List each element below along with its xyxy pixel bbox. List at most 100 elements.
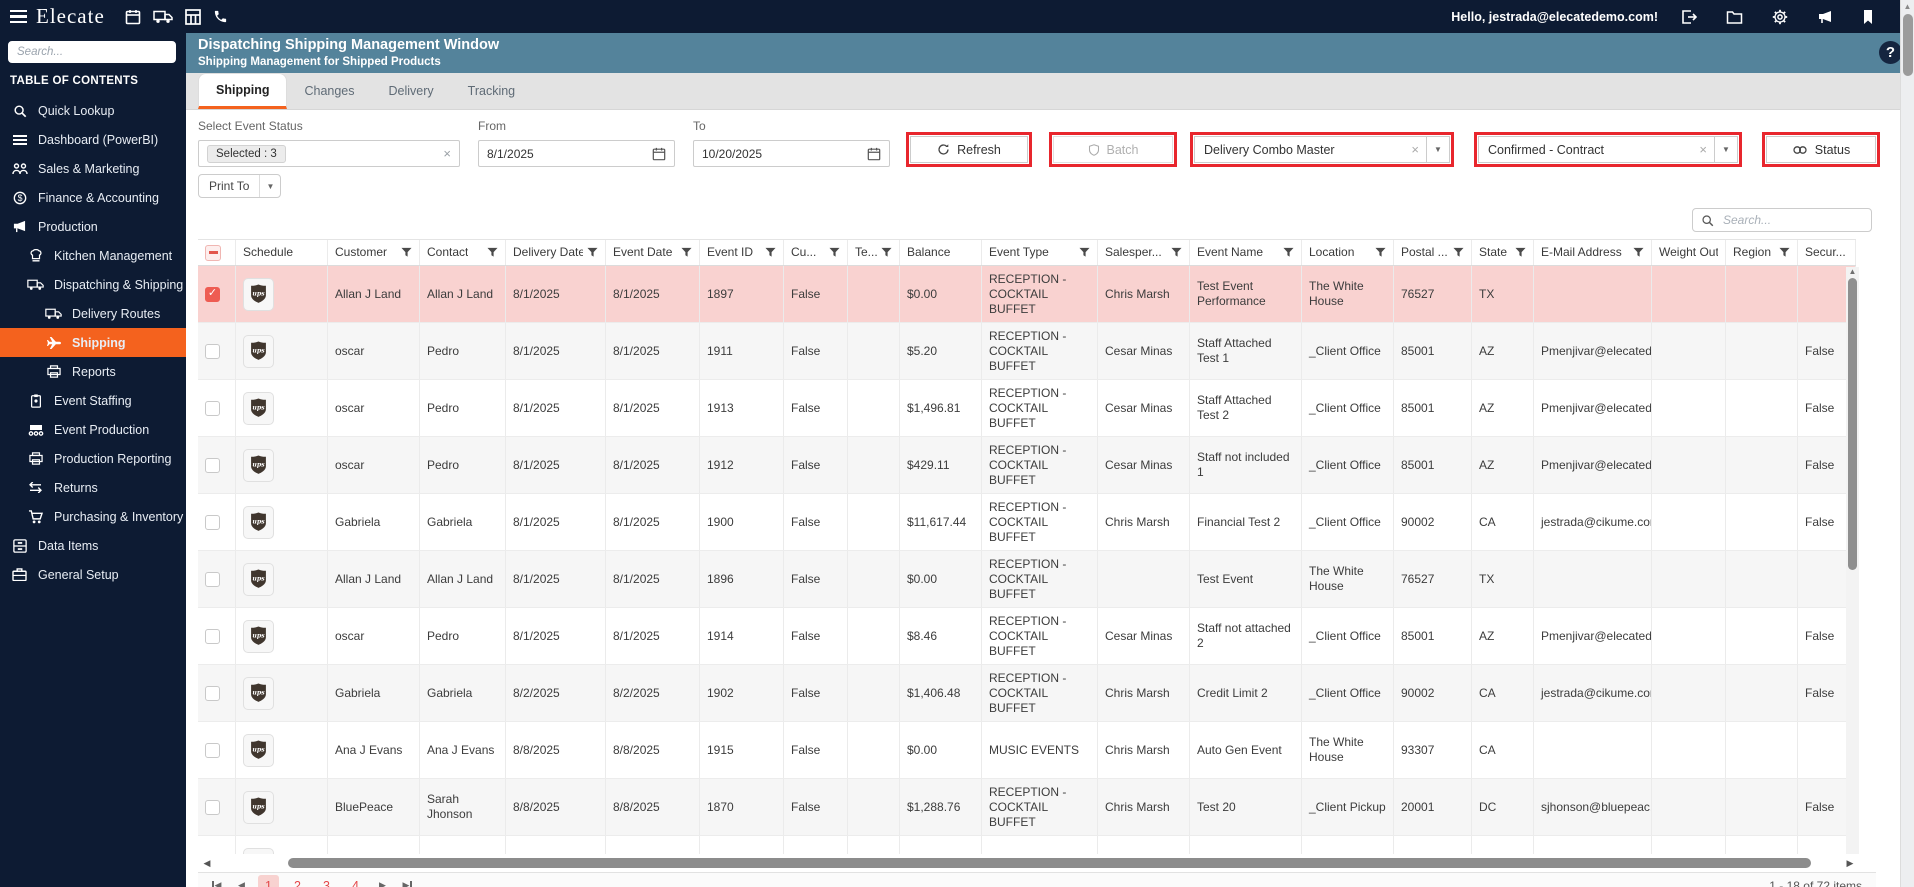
folder-icon[interactable] [1726,10,1743,24]
ups-schedule-button[interactable]: ups [243,334,274,368]
column-header-contact[interactable]: Contact [420,240,506,265]
ups-schedule-button[interactable]: ups [243,448,274,482]
batch-button[interactable]: Batch [1053,136,1173,163]
table-row[interactable]: ✓ ups Allan J Land Allan J Land 8/1/2025 8/1/… [198,266,1856,323]
ups-schedule-button[interactable]: ups [243,277,274,311]
vertical-scroll-thumb[interactable] [1848,278,1857,570]
column-header-customer[interactable]: Customer [328,240,420,265]
column-header-weight_out[interactable]: Weight Out [1652,240,1726,265]
window-scrollbar[interactable]: ▲ [1900,0,1914,887]
filter-funnel-icon[interactable] [583,247,598,258]
chevron-down-icon[interactable]: ▼ [259,175,280,197]
table-row[interactable]: ups Dr. Berta RECEPTION - Krissia QA [198,836,1856,854]
column-header-schedule[interactable]: Schedule [236,240,328,265]
sidebar-item-delivery-routes[interactable]: Delivery Routes [0,299,186,328]
gear-icon[interactable] [1772,9,1788,25]
row-checkbox[interactable] [205,514,220,530]
row-checkbox[interactable] [205,742,220,758]
page-number-1[interactable]: 1 [258,875,279,887]
sidebar-item-production[interactable]: Production [0,212,186,241]
grid-search-box[interactable] [1692,208,1872,232]
row-checkbox[interactable] [205,343,220,359]
sign-out-icon[interactable] [1681,9,1697,25]
tab-shipping[interactable]: Shipping [198,73,288,109]
table-row[interactable]: ups oscar Pedro 8/1/2025 8/1/2025 1913 False $1… [198,380,1856,437]
row-checkbox[interactable] [205,571,220,587]
column-header-state[interactable]: State [1472,240,1534,265]
table-row[interactable]: ups Gabriela Gabriela 8/1/2025 8/1/2025 1900 F… [198,494,1856,551]
page-number-3[interactable]: 3 [316,875,337,887]
scroll-left-icon[interactable]: ◀ [198,858,216,869]
filter-funnel-icon[interactable] [483,247,498,258]
filter-funnel-icon[interactable] [761,247,776,258]
sidebar-item-purchasing-inventory[interactable]: Purchasing & Inventory [0,502,186,531]
column-header-event_id[interactable]: Event ID [700,240,784,265]
calendar-picker-icon[interactable] [652,147,666,161]
grid-horizontal-scrollbar[interactable]: ◀ ▶ [198,857,1859,869]
sidebar-item-dashboard[interactable]: Dashboard (PowerBI) [0,125,186,154]
row-checkbox[interactable] [205,685,220,701]
row-checkbox[interactable] [205,400,220,416]
status-combo-select[interactable]: Confirmed - Contract × ▼ [1478,136,1738,163]
horizontal-scroll-thumb[interactable] [288,858,1811,868]
sidebar-item-kitchen-management[interactable]: Kitchen Management [0,241,186,270]
filter-funnel-icon[interactable] [1449,247,1464,258]
megaphone-icon[interactable] [1817,10,1833,24]
horizontal-scroll-track[interactable] [216,858,1841,868]
last-page-button[interactable]: ▶ [395,876,420,887]
menu-icon[interactable] [10,9,27,24]
tab-tracking[interactable]: Tracking [451,73,532,109]
column-header-region[interactable]: Region [1726,240,1798,265]
column-header-cu[interactable]: Cu... [784,240,848,265]
column-header-event_date[interactable]: Event Date [606,240,700,265]
grid-vertical-scrollbar[interactable]: ▲ [1846,267,1859,854]
ups-schedule-button[interactable]: ups [243,676,274,710]
window-scroll-thumb[interactable] [1903,14,1913,76]
tab-delivery[interactable]: Delivery [372,73,451,109]
calendar-picker-icon[interactable] [867,147,881,161]
sidebar-item-event-staffing[interactable]: Event Staffing [0,386,186,415]
status-button[interactable]: Status [1766,136,1876,163]
to-date-input[interactable]: 10/20/2025 [693,140,890,167]
chevron-down-icon[interactable]: ▼ [1426,137,1449,162]
ups-schedule-button[interactable]: ups [243,562,274,596]
ups-schedule-button[interactable]: ups [243,790,274,824]
column-header-event_type[interactable]: Event Type [982,240,1098,265]
page-number-4[interactable]: 4 [345,875,366,887]
ups-schedule-button[interactable]: ups [243,733,274,767]
table-row[interactable]: ups oscar Pedro 8/1/2025 8/1/2025 1912 False $4… [198,437,1856,494]
from-date-input[interactable]: 8/1/2025 [478,140,675,167]
table-icon[interactable] [184,8,201,25]
filter-funnel-icon[interactable] [397,247,412,258]
row-checkbox[interactable] [205,799,220,815]
filter-funnel-icon[interactable] [1075,247,1090,258]
sidebar-item-event-production[interactable]: Event Production [0,415,186,444]
tab-changes[interactable]: Changes [287,73,371,109]
column-header-salesperson[interactable]: Salesper... [1098,240,1190,265]
sidebar-item-production-reporting[interactable]: Production Reporting [0,444,186,473]
page-number-2[interactable]: 2 [287,875,308,887]
scroll-right-icon[interactable]: ▶ [1841,858,1859,869]
row-checkbox[interactable] [205,628,220,644]
row-checkbox[interactable] [205,457,220,473]
filter-funnel-icon[interactable] [825,247,840,258]
calendar-icon[interactable] [125,9,141,25]
column-header-te[interactable]: Te... [848,240,900,265]
filter-funnel-icon[interactable] [1371,247,1386,258]
ups-schedule-button[interactable]: ups [243,847,274,854]
ups-schedule-button[interactable]: ups [243,391,274,425]
chevron-down-icon[interactable]: ▼ [1714,137,1737,162]
phone-icon[interactable] [213,9,228,24]
ups-schedule-button[interactable]: ups [243,619,274,653]
filter-funnel-icon[interactable] [1629,247,1644,258]
previous-page-button[interactable]: ◀ [229,876,254,887]
print-to-button[interactable]: Print To ▼ [198,174,282,198]
sidebar-item-shipping[interactable]: Shipping [0,328,186,357]
help-icon[interactable]: ? [1879,41,1902,64]
column-header-event_name[interactable]: Event Name [1190,240,1302,265]
column-header-email[interactable]: E-Mail Address [1534,240,1652,265]
sidebar-item-returns[interactable]: Returns [0,473,186,502]
sidebar-item-dispatching-shipping[interactable]: Dispatching & Shipping [0,270,186,299]
sidebar-search-input[interactable] [8,41,176,63]
column-header-balance[interactable]: Balance [900,240,982,265]
